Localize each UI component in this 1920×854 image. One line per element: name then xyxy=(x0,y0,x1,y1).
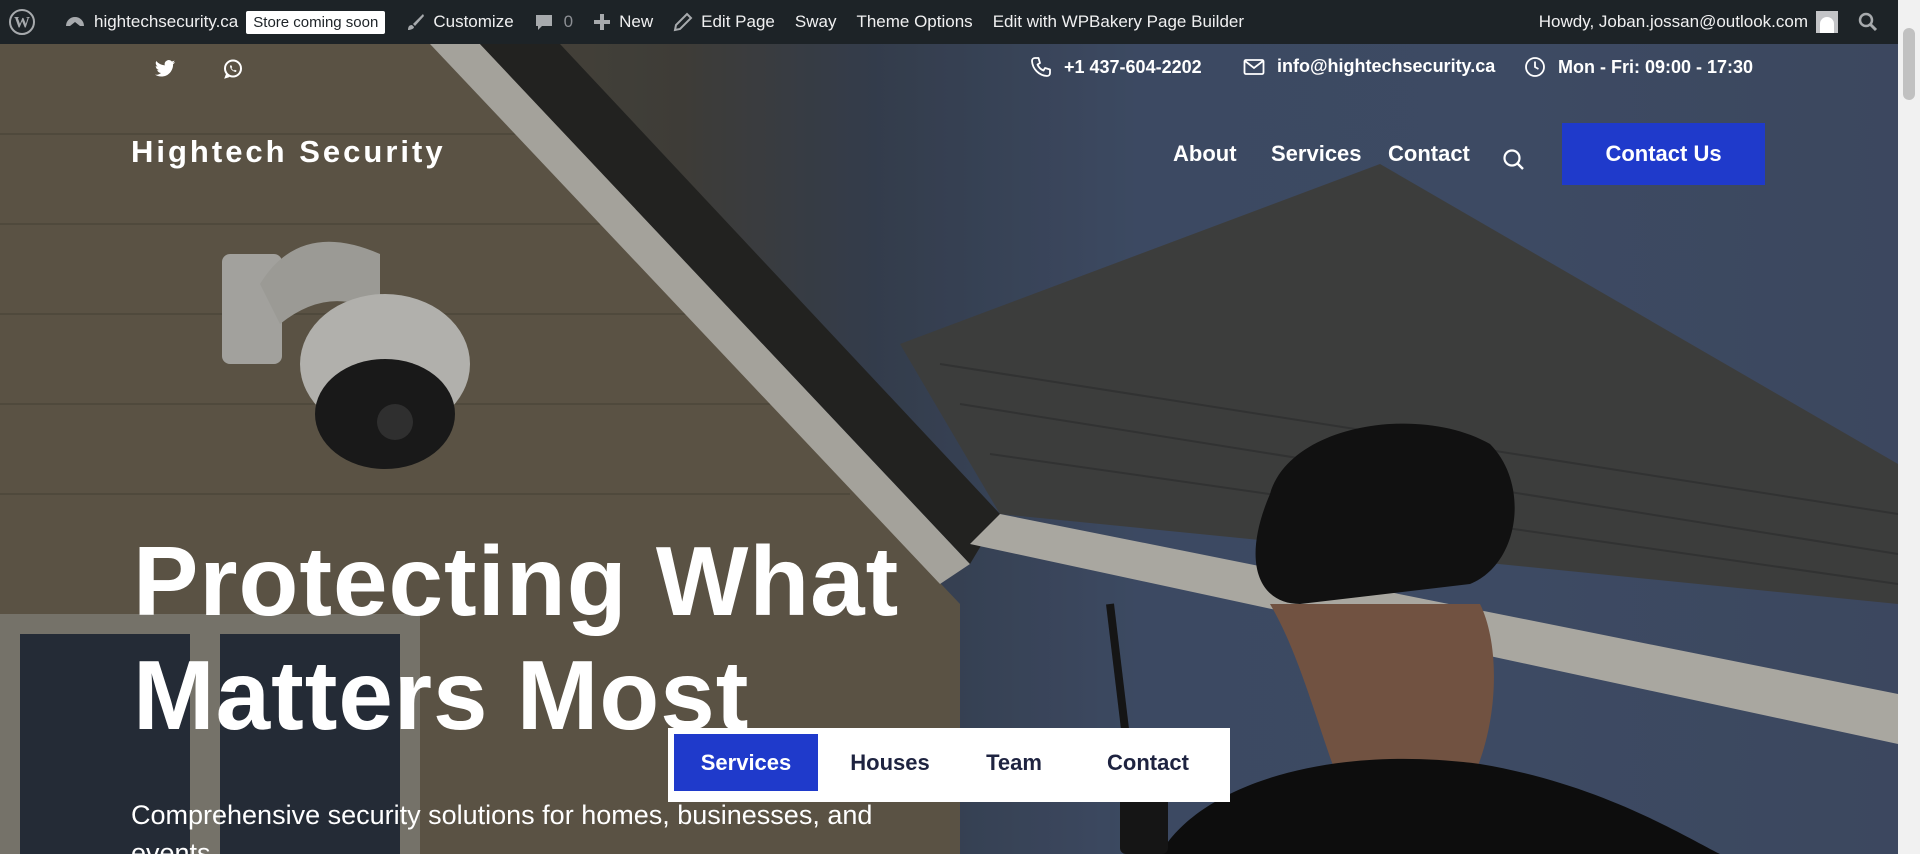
edit-page-link[interactable]: Edit Page xyxy=(663,0,785,44)
svg-text:W: W xyxy=(14,15,30,32)
wpbakery-link[interactable]: Edit with WPBakery Page Builder xyxy=(983,0,1254,44)
whatsapp-icon xyxy=(224,59,242,79)
customize-label: Customize xyxy=(433,12,514,31)
wp-admin-bar: W hightechsecurity.ca Store coming soon … xyxy=(0,0,1898,44)
clock-icon xyxy=(1525,57,1545,77)
brush-icon xyxy=(408,14,425,30)
wordpress-menu[interactable]: W xyxy=(0,0,54,44)
business-hours: Mon - Fri: 09:00 - 17:30 xyxy=(1524,56,1753,78)
site-name-link[interactable]: hightechsecurity.ca xyxy=(54,0,248,44)
email-contact[interactable]: info@hightechsecurity.ca xyxy=(1243,56,1495,77)
new-label: New xyxy=(619,12,654,31)
wordpress-logo-icon: W xyxy=(9,9,35,35)
site-name: hightechsecurity.ca xyxy=(94,12,239,31)
twitter-icon xyxy=(154,60,176,77)
comments-count: 0 xyxy=(563,12,574,31)
search-icon xyxy=(1503,149,1524,170)
scrollbar-thumb[interactable] xyxy=(1903,28,1915,100)
plus-icon xyxy=(594,14,611,30)
theme-options-link[interactable]: Theme Options xyxy=(846,0,982,44)
comments-link[interactable]: 0 xyxy=(524,0,583,44)
header-search-button[interactable] xyxy=(1500,146,1528,174)
nav-contact[interactable]: Contact xyxy=(1388,141,1470,167)
store-coming-soon-badge: Store coming soon xyxy=(246,10,386,34)
tab-team[interactable]: Team xyxy=(962,734,1066,791)
page-scrollbar[interactable] xyxy=(1898,0,1920,854)
contact-us-button[interactable]: Contact Us xyxy=(1562,123,1765,185)
email-address: info@hightechsecurity.ca xyxy=(1277,56,1496,76)
section-tab-bar: Services Houses Team Contact xyxy=(668,728,1230,802)
new-content-link[interactable]: New xyxy=(583,0,663,44)
phone-icon xyxy=(1031,57,1051,77)
hero-section: +1 437-604-2202 info@hightechsecurity.ca… xyxy=(0,44,1898,854)
admin-search-button[interactable] xyxy=(1848,0,1898,44)
twitter-link[interactable] xyxy=(152,56,178,82)
phone-contact[interactable]: +1 437-604-2202 xyxy=(1030,56,1202,78)
nav-services[interactable]: Services xyxy=(1271,141,1362,167)
hours-text: Mon - Fri: 09:00 - 17:30 xyxy=(1558,56,1754,77)
search-icon xyxy=(1858,12,1878,32)
headline-line-1: Protecting What xyxy=(133,526,900,636)
sway-link[interactable]: Sway xyxy=(785,0,847,44)
wpbakery-label: Edit with WPBakery Page Builder xyxy=(992,12,1245,31)
nav-about[interactable]: About xyxy=(1173,141,1237,167)
phone-number: +1 437-604-2202 xyxy=(1064,56,1202,77)
tab-services[interactable]: Services xyxy=(674,734,818,791)
top-info-bar: +1 437-604-2202 info@hightechsecurity.ca… xyxy=(0,44,1898,94)
hero-headline: Protecting What Matters Most xyxy=(133,524,899,752)
customize-link[interactable]: Customize xyxy=(395,0,523,44)
comment-icon xyxy=(535,15,552,30)
dashboard-icon xyxy=(66,17,84,27)
edit-page-label: Edit Page xyxy=(701,12,775,31)
avatar-icon xyxy=(1816,11,1838,33)
whatsapp-link[interactable] xyxy=(220,56,246,82)
sway-label: Sway xyxy=(794,12,837,31)
pencil-icon xyxy=(673,12,693,32)
tab-houses[interactable]: Houses xyxy=(828,734,952,791)
howdy-label: Howdy, Joban.jossan@outlook.com xyxy=(1538,12,1808,31)
mail-icon xyxy=(1243,58,1265,75)
theme-options-label: Theme Options xyxy=(856,12,973,31)
my-account-link[interactable]: Howdy, Joban.jossan@outlook.com xyxy=(1529,0,1848,44)
headline-line-2: Matters Most xyxy=(133,640,750,750)
hero-subheadline: Comprehensive security solutions for hom… xyxy=(131,800,873,854)
site-logo[interactable]: Hightech Security xyxy=(131,134,446,170)
store-status[interactable]: Store coming soon xyxy=(246,0,395,44)
tab-contact[interactable]: Contact xyxy=(1078,734,1218,791)
